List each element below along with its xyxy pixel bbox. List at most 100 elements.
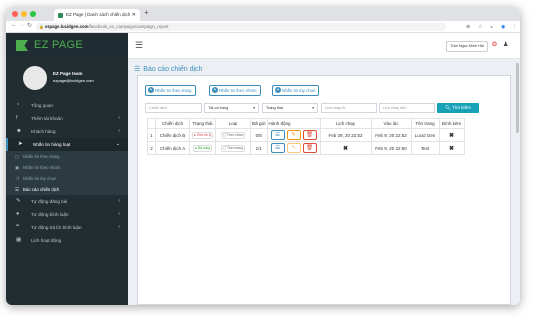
sidebar-item-customers[interactable]: ☻ Khách hàng ‹ (6, 125, 128, 138)
sidebar-item-add-account[interactable]: f Thêm tài khoản ‹ (6, 112, 128, 125)
close-tab-icon[interactable]: ✕ (132, 9, 136, 21)
status-select-value: Trạng thái (266, 106, 283, 110)
status-badge: ● Đã xong (192, 144, 213, 152)
delete-button[interactable]: 🗑︎ (302, 143, 317, 153)
status-badge: ● Chờ xử lý (191, 131, 214, 139)
list-icon: ☰ (275, 132, 280, 138)
main-content: ☰ Trần Ngọc Minh Hải ✪ ♟ ☰ Báo cáo chiến … (128, 33, 520, 305)
table-header-row: Chiến dịch Trạng thái Loại Đã gửi Hành đ… (147, 118, 465, 129)
subitem-message-by-group[interactable]: ▣ Nhắn tin theo nhóm (6, 162, 128, 173)
sidebar-submenu: ▢ Nhắn tin theo trang ▣ Nhắn tin theo nhóm… (6, 151, 128, 195)
profile-icon[interactable]: ◉ (501, 24, 505, 30)
status-filter-select[interactable]: Trạng thái ▾ (262, 103, 318, 113)
message-by-page-button[interactable]: + Nhắn tin theo trang (145, 85, 196, 96)
trash-icon: 🗑︎ (306, 145, 314, 151)
sidebar-item-bulk-message[interactable]: ➤ Nhắn tin hàng loạt ⌄ (6, 138, 128, 151)
chevron-down-icon: ⌄ (115, 141, 120, 147)
schedule-from-input[interactable]: Lịch chạy từ (321, 103, 377, 113)
new-tab-icon[interactable]: + (144, 8, 149, 17)
sidebar-item-label: Khách hàng (31, 129, 56, 134)
view-list-button[interactable]: ☰ (270, 130, 285, 140)
time-cell: Feb 9, 20 22:50 (370, 141, 412, 155)
column-header[interactable]: Tên trang (410, 118, 440, 129)
users-icon: ☻ (16, 128, 22, 134)
browser-tab[interactable]: EZ Page | Danh sách chiến dịch ✕ (54, 9, 140, 21)
maximize-window-dot[interactable] (30, 11, 36, 17)
sidebar-item-auto-comment[interactable]: ● Tự động bình luận ‹ (6, 208, 128, 221)
column-header[interactable]: Loại (215, 118, 251, 129)
view-list-button[interactable]: ☰ (270, 143, 285, 153)
notification-icon[interactable]: ✪ (492, 41, 497, 48)
campaign-name: Chiến dịch A (155, 141, 190, 155)
status-cell: ● Chờ xử lý (189, 128, 216, 142)
campaign-table: Chiến dịch Trạng thái Loại Đã gửi Hành đ… (147, 118, 465, 155)
sidebar-item-label: Tự động trả lời bình luận (31, 225, 82, 230)
sidebar-item-dashboard[interactable]: ◔ Tổng quan (6, 99, 128, 112)
user-icon[interactable]: ♟ (503, 41, 508, 48)
user-email: ezpage@lucidgen.com (53, 78, 94, 83)
sidebar-item-label: Lịch hoạt động (31, 238, 62, 243)
sidebar-item-label: Nhắn tin hàng loạt (33, 142, 71, 147)
campaign-name: Chiến dịch B (155, 128, 190, 142)
schedule-cell: ✖ (319, 141, 372, 155)
column-header[interactable]: Trạng thái (189, 118, 216, 129)
sidebar-menu: ◔ Tổng quan f Thêm tài khoản ‹ ☻ Khách hàng ‹… (6, 99, 128, 247)
button-label: Nhắn tin theo trang (155, 88, 192, 93)
column-header[interactable]: Đã gửi (250, 118, 268, 129)
hamburger-menu-icon[interactable]: ☰ (135, 40, 143, 51)
status-text: Chờ xử lý (196, 132, 212, 137)
extension-icon[interactable]: ◒ (490, 24, 493, 30)
url-field[interactable]: 🔒 ezpage.lucidgen.com/facebook_ex_campai… (36, 23, 446, 31)
delete-button[interactable]: 🗑︎ (302, 130, 317, 140)
trash-icon: 🗑︎ (306, 132, 314, 138)
caret-down-icon: ▾ (253, 106, 255, 110)
sidebar-item-auto-reply[interactable]: ❝ Tự động trả lời bình luận ‹ (6, 221, 128, 234)
sidebar: EZ PAGE EZ Page team ezpage@lucidgen.com… (6, 33, 128, 305)
actions-cell: ☰ ✎ 🗑︎ (266, 141, 321, 155)
subitem-message-custom[interactable]: ⤨ Nhắn tin tùy chọn (6, 173, 128, 184)
sent-count: 0/5 (250, 128, 268, 142)
user-button[interactable]: Trần Ngọc Minh Hải (446, 41, 488, 52)
menu-dots-icon[interactable]: ⋮ (512, 24, 517, 30)
sidebar-item-schedule[interactable]: ▦ Lịch hoạt động (6, 234, 128, 247)
facebook-icon: f (16, 115, 18, 121)
list-icon: ☰ (15, 187, 20, 192)
brand[interactable]: EZ PAGE (6, 33, 128, 59)
plus-circle-icon: + (275, 87, 281, 93)
forward-icon[interactable]: → (19, 22, 25, 28)
type-filter-select[interactable]: Tất cả trang ▾ (204, 103, 259, 113)
time-cell: Feb 9, 20 22:52 (370, 128, 412, 142)
edit-button[interactable]: ✎ (286, 143, 301, 153)
column-header[interactable]: Chiến dịch (155, 118, 190, 129)
subitem-campaign-report[interactable]: ☰ Báo cáo chiến dịch (6, 184, 128, 195)
attachment-cell: ✖ (438, 128, 465, 142)
message-by-group-button[interactable]: + Nhắn tin theo nhóm (209, 85, 261, 96)
url-domain: ezpage.lucidgen.com (45, 24, 89, 29)
message-custom-button[interactable]: + Nhắn tin tùy chọn (272, 85, 320, 96)
column-header[interactable]: Lịch chạy (319, 118, 372, 129)
dashboard-icon: ◔ (16, 102, 20, 108)
edit-icon: ✎ (16, 198, 21, 204)
type-text: Theo trang (227, 145, 243, 150)
schedule-to-input[interactable]: Lịch chạy đến (379, 103, 435, 113)
edit-button[interactable]: ✎ (286, 130, 301, 140)
minimize-window-dot[interactable] (21, 11, 27, 17)
sidebar-item-label: Tự động đăng bài (31, 199, 68, 204)
browser-window: EZ Page | Danh sách chiến dịch ✕ + ← → ↻… (6, 7, 520, 305)
list-icon: ☰ (134, 66, 141, 73)
close-window-dot[interactable] (12, 11, 18, 17)
sidebar-item-auto-post[interactable]: ✎ Tự động đăng bài ‹ (6, 195, 128, 208)
chevron-left-icon: ‹ (118, 115, 120, 121)
column-header[interactable]: Vào lúc (370, 118, 412, 129)
zoom-icon[interactable]: ⊕ (466, 24, 470, 30)
tab-bar: EZ Page | Danh sách chiến dịch ✕ + (6, 7, 520, 21)
subitem-label: Nhắn tin tùy chọn (23, 176, 57, 181)
campaign-filter-input[interactable]: Chiến dịch (145, 103, 202, 113)
reload-icon[interactable]: ↻ (27, 22, 32, 29)
status-cell: ● Đã xong (189, 141, 216, 155)
star-icon[interactable]: ☆ (478, 24, 482, 30)
search-button[interactable]: 🔍︎ Tìm kiếm (437, 103, 479, 113)
scrollbar[interactable] (516, 63, 519, 133)
back-icon[interactable]: ← (11, 22, 17, 28)
subitem-message-by-page[interactable]: ▢ Nhắn tin theo trang (6, 151, 128, 162)
